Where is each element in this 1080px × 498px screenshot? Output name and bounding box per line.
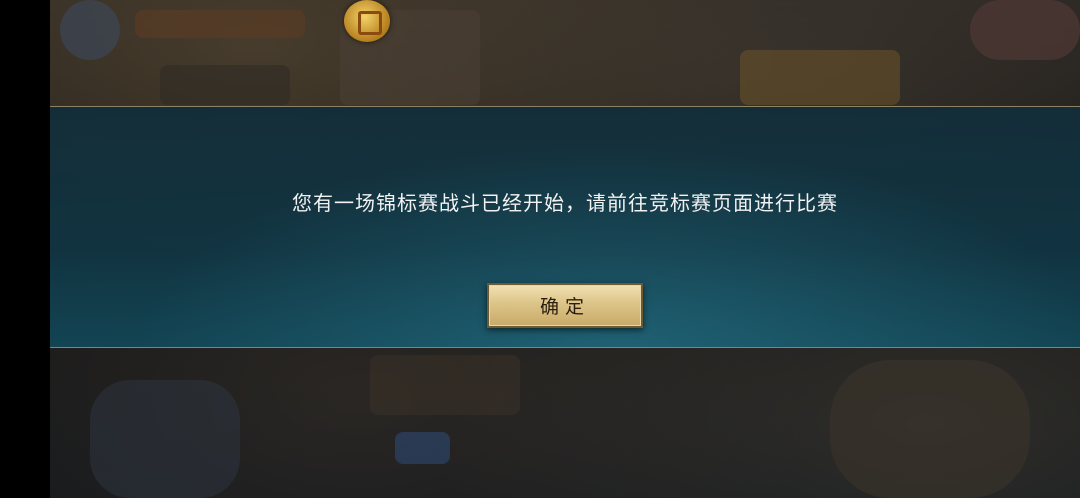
dialog-message: 您有一场锦标赛战斗已经开始，请前往竞标赛页面进行比赛 <box>292 191 838 215</box>
figure <box>830 360 1030 498</box>
letterbox <box>0 0 50 498</box>
confirm-button[interactable]: 确定 <box>487 283 643 328</box>
left-figure <box>90 380 240 498</box>
gift-box-icon <box>344 0 390 42</box>
gold-panel <box>740 50 900 105</box>
lower-panel <box>370 355 520 415</box>
avatar <box>60 0 120 60</box>
corner-badge <box>970 0 1080 60</box>
banner <box>135 10 305 38</box>
panel <box>160 65 290 105</box>
blue-tag <box>395 432 450 464</box>
notice-dialog: 您有一场锦标赛战斗已经开始，请前往竞标赛页面进行比赛 确定 <box>50 106 1080 348</box>
